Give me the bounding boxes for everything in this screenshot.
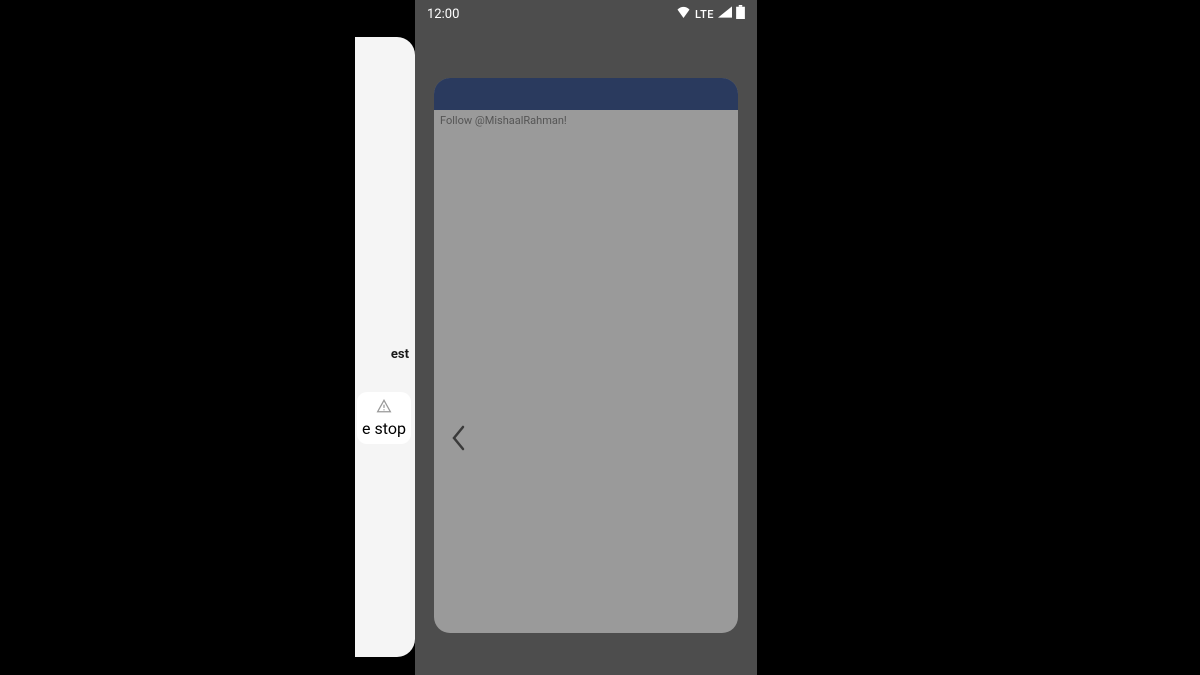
- app-preview-header: [434, 78, 738, 110]
- status-time: 12:00: [427, 7, 459, 22]
- background-app-preview[interactable]: Follow @MishaalRahman!: [434, 78, 738, 633]
- battery-icon: [736, 5, 745, 23]
- network-type-label: LTE: [695, 8, 714, 21]
- force-stop-button[interactable]: e stop: [357, 392, 411, 444]
- phone-screen: 12:00 LTE Follow @MishaalRah: [415, 0, 757, 675]
- back-gesture-chevron-icon[interactable]: [449, 423, 467, 460]
- app-preview-content-text: Follow @MishaalRahman!: [434, 110, 738, 131]
- status-icons: LTE: [676, 5, 745, 23]
- warning-icon: [376, 399, 392, 417]
- status-bar: 12:00 LTE: [415, 0, 757, 28]
- force-stop-label-fragment: e stop: [362, 419, 406, 438]
- signal-icon: [718, 6, 732, 22]
- previous-app-panel[interactable]: est e stop: [355, 37, 415, 657]
- prev-panel-title-fragment: est: [391, 347, 409, 362]
- wifi-icon: [676, 6, 691, 22]
